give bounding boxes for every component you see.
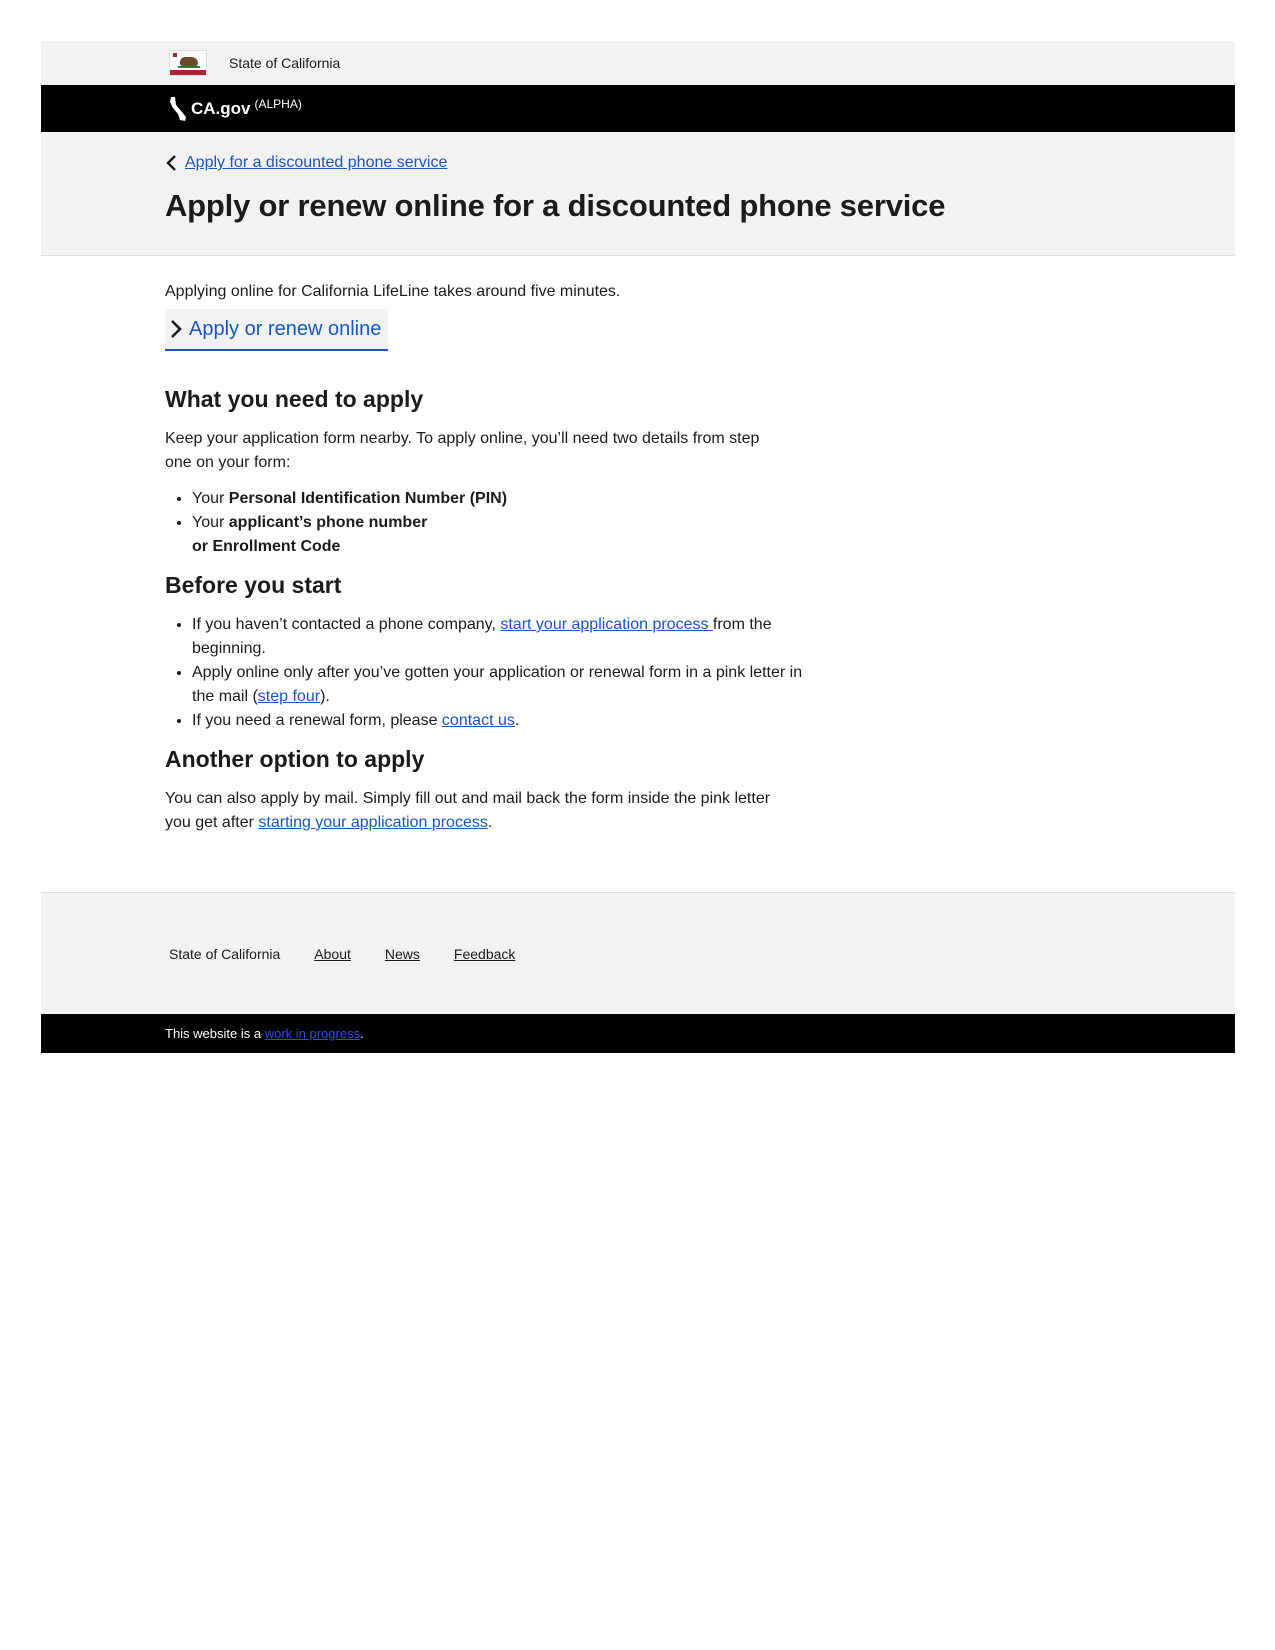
site-footer: State of California About News Feedback <box>41 892 1235 1014</box>
footer-nav: State of California About News Feedback <box>169 946 549 962</box>
intro-text: Applying online for California LifeLine … <box>165 283 621 300</box>
ca-gov-logo[interactable]: CA.gov <box>191 99 251 119</box>
pin-label: Personal Identification Number (PIN) <box>228 490 508 507</box>
brand-bar: CA.gov (ALPHA) <box>41 85 1235 132</box>
breadcrumb: Apply for a discounted phone service <box>165 154 447 172</box>
start-application-link[interactable]: start your application process <box>500 616 713 633</box>
chevron-right-icon <box>171 320 182 338</box>
need-item-pin: Your Personal Identification Number (PIN… <box>192 487 812 511</box>
before-item-2: Apply online only after you’ve gotten yo… <box>192 661 812 709</box>
before-heading: Before you start <box>165 572 342 598</box>
another-option-paragraph: You can also apply by mail. Simply fill … <box>165 790 771 831</box>
before-item-1: If you haven’t contacted a phone company… <box>192 613 812 661</box>
another-option-heading: Another option to apply <box>165 746 425 772</box>
work-in-progress-notice: This website is a work in progress. <box>165 1026 364 1041</box>
bottom-bar: This website is a work in progress. <box>41 1014 1235 1053</box>
alpha-tag: (ALPHA) <box>254 96 302 111</box>
enrollment-code-label: or Enrollment Code <box>192 538 341 555</box>
page-header: Apply for a discounted phone service App… <box>41 132 1235 256</box>
california-flag-icon <box>169 50 207 76</box>
before-item-3: If you need a renewal form, please conta… <box>192 709 812 733</box>
state-topbar: State of California <box>41 41 1235 85</box>
work-in-progress-link[interactable]: work in progress <box>265 1026 360 1041</box>
chevron-left-icon <box>166 155 176 171</box>
phone-label: applicant’s phone number <box>228 514 428 531</box>
page-title: Apply or renew online for a discounted p… <box>165 188 946 223</box>
footer-feedback-link[interactable]: Feedback <box>454 946 515 962</box>
footer-about-link[interactable]: About <box>314 946 351 962</box>
footer-state-name: State of California <box>169 945 281 962</box>
contact-us-link[interactable]: contact us <box>442 712 515 729</box>
step-four-link[interactable]: step four <box>258 688 320 705</box>
main-content: Applying online for California LifeLine … <box>41 256 1235 835</box>
before-list: If you haven’t contacted a phone company… <box>165 613 812 733</box>
apply-online-button[interactable]: Apply or renew online <box>165 309 389 351</box>
state-name: State of California <box>229 55 341 71</box>
need-heading: What you need to apply <box>165 386 424 412</box>
footer-news-link[interactable]: News <box>385 946 420 962</box>
need-item-phone: Your applicant’s phone numberor Enrollme… <box>192 511 812 559</box>
page-frame: State of California CA.gov (ALPHA) Apply… <box>41 41 1235 1053</box>
need-paragraph: Keep your application form nearby. To ap… <box>165 430 760 471</box>
need-list: Your Personal Identification Number (PIN… <box>165 487 812 559</box>
breadcrumb-link[interactable]: Apply for a discounted phone service <box>185 154 447 172</box>
california-outline-icon <box>170 96 186 121</box>
apply-online-label: Apply or renew online <box>189 317 382 340</box>
starting-application-link[interactable]: starting your application process <box>258 814 487 831</box>
